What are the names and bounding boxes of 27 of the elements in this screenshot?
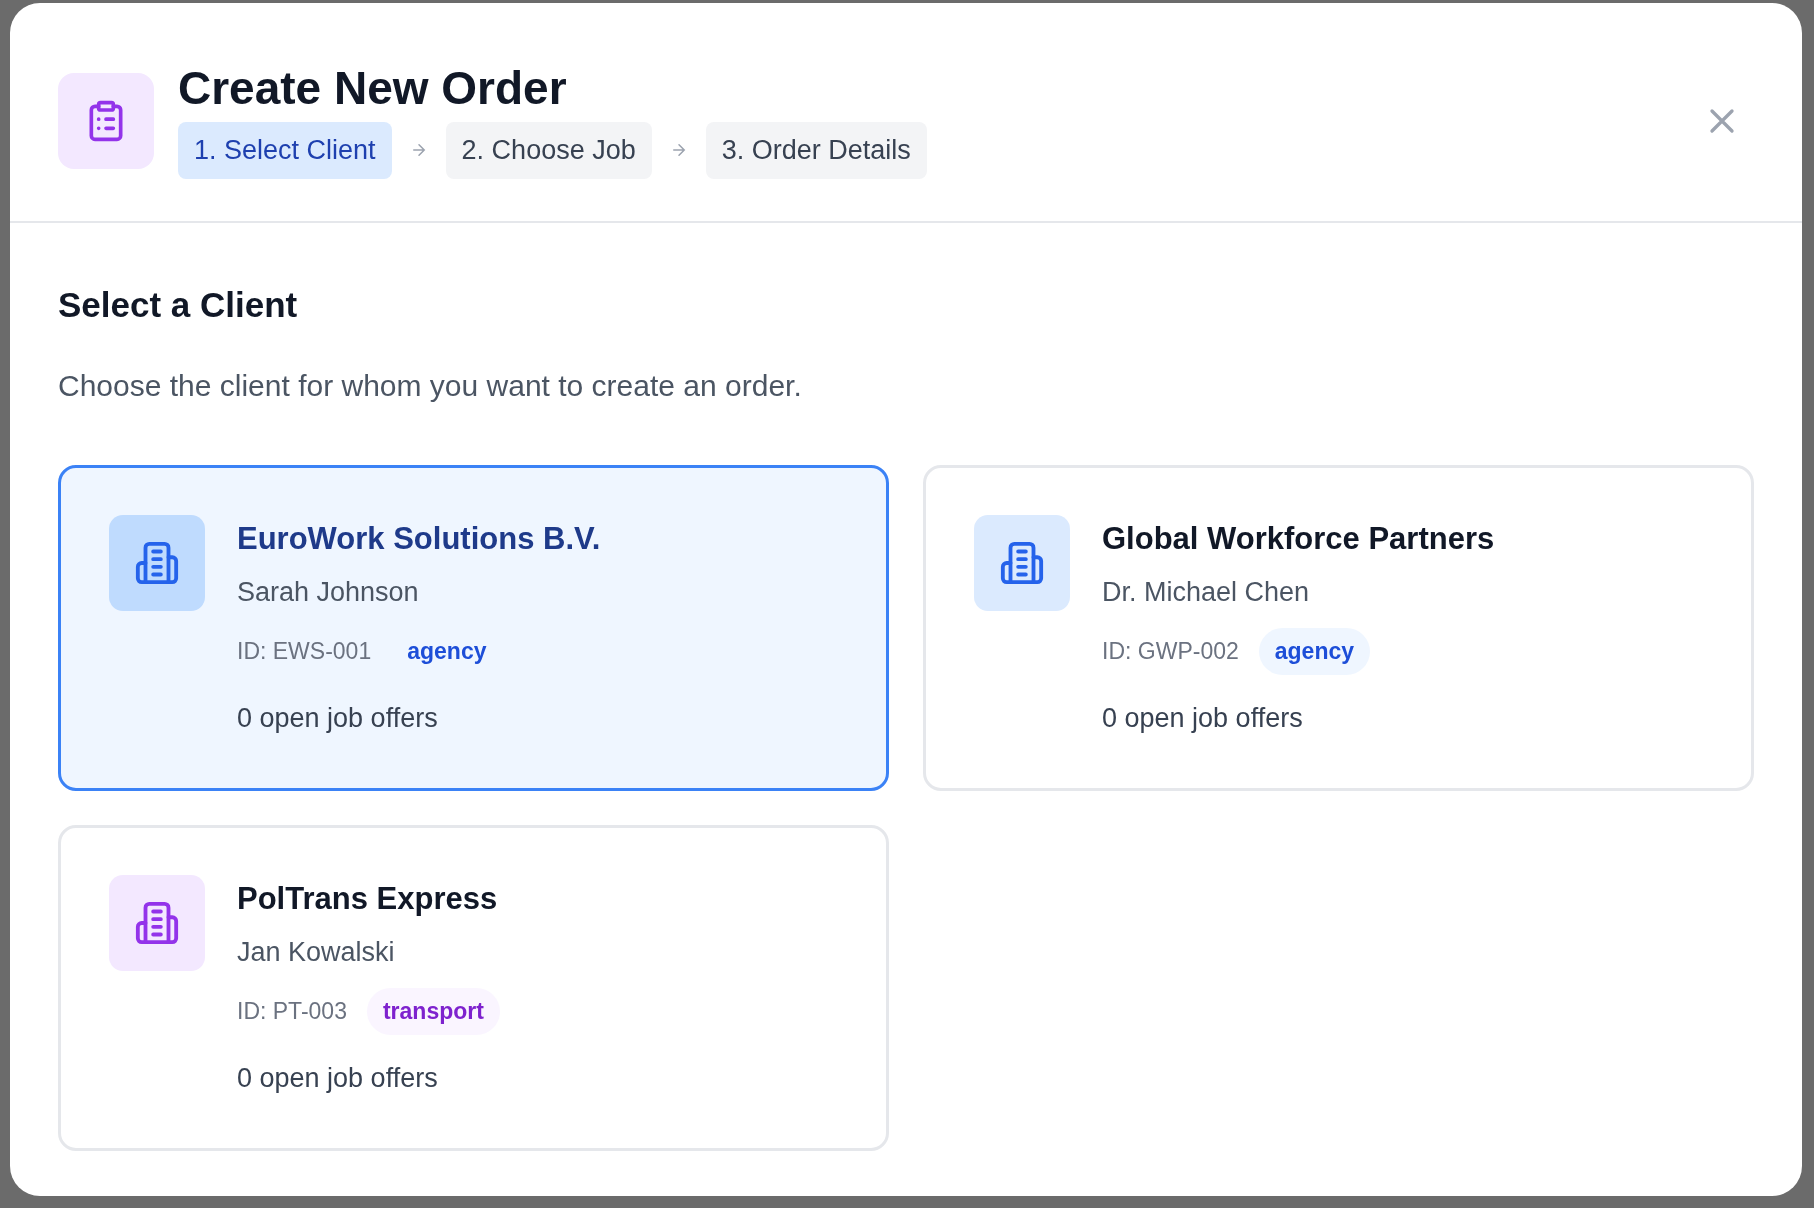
client-id: ID: GWP-002 [1102,637,1239,665]
client-type-tag: transport [366,987,500,1035]
client-id: ID: EWS-001 [237,637,372,665]
step-tab[interactable]: 3. Order Details [705,121,927,179]
contact-name: Dr. Michael Chen [1102,576,1311,608]
client-card[interactable]: Global Workforce Partners Dr. Michael Chen ID: GWP-002 agency 0 open job offers [923,464,1754,791]
building-icon [134,899,180,946]
dialog-title: Create New Order [178,63,568,114]
section-heading: Select a Client [58,284,299,325]
job-offers-count: 0 open job offers [237,702,439,734]
step-tab[interactable]: 2. Choose Job [445,121,652,179]
job-offers-count: 0 open job offers [237,1062,439,1094]
client-name: EuroWork Solutions B.V. [237,520,601,557]
client-name: Global Workforce Partners [1102,520,1495,557]
contact-name: Sarah Johnson [237,576,420,608]
client-name: PolTrans Express [237,880,499,917]
client-id: ID: PT-003 [237,997,347,1025]
section-description: Choose the client for whom you want to create an order. [58,368,803,403]
client-card[interactable]: PolTrans Express Jan Kowalski ID: PT-003 transport 0 open job offers [58,824,889,1151]
step-tab[interactable]: 1. Select Client [178,121,392,179]
contact-name: Jan Kowalski [237,936,396,968]
client-type-tag: agency [1258,627,1371,675]
building-icon [999,539,1045,586]
clipboard-icon [58,72,154,169]
client-card[interactable]: EuroWork Solutions B.V. Sarah Johnson ID: EWS-001 agency 0 open job offers [58,464,889,791]
building-icon [134,539,180,586]
job-offers-count: 0 open job offers [1102,702,1304,734]
